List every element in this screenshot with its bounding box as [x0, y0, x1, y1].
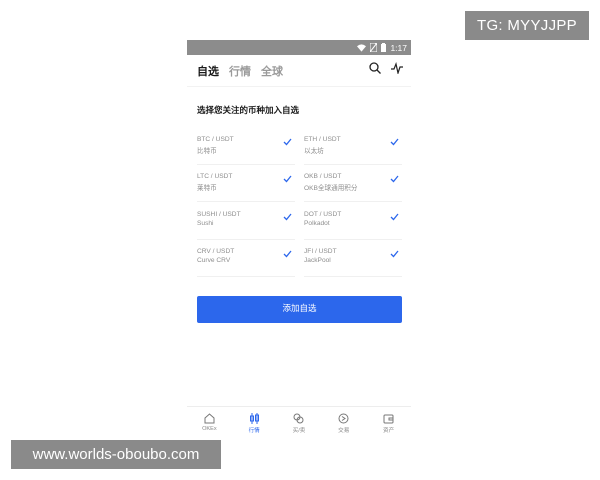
coin-name: 以太坊 — [304, 148, 324, 155]
coin-pair: CRV / USDT — [197, 248, 235, 255]
pulse-icon[interactable] — [391, 62, 403, 74]
status-time: 1:17 — [390, 42, 407, 53]
check-icon — [283, 250, 292, 258]
header-icons — [369, 62, 403, 74]
phone-screen: 1:17 自选 行情 全球 选择您关注的币种加入自选 BTC / USDT 比特… — [187, 40, 411, 440]
coin-divider — [304, 201, 402, 202]
coin-item[interactable]: CRV / USDT Curve CRV — [197, 240, 295, 277]
check-icon — [390, 138, 399, 146]
coin-pair: SUSHI / USDT — [197, 211, 241, 218]
nav-item-assets[interactable]: 资产 — [367, 407, 411, 440]
coin-name: 比特币 — [197, 148, 217, 155]
nav-item-buy-sell[interactable]: 买/卖 — [277, 407, 321, 440]
add-to-watchlist-button[interactable]: 添加自选 — [197, 296, 402, 323]
no-sim-icon — [370, 43, 378, 52]
nav-label: 行情 — [248, 428, 260, 434]
watermark-top: TG: MYYJJPP — [465, 11, 589, 40]
coin-item[interactable]: ETH / USDT 以太坊 — [304, 128, 402, 165]
check-icon — [390, 250, 399, 258]
coin-item[interactable]: DOT / USDT Polkadot — [304, 203, 402, 240]
check-icon — [390, 175, 399, 183]
coin-item[interactable]: JFI / USDT JackPool — [304, 240, 402, 277]
watermark-bottom: www.worlds-oboubo.com — [11, 440, 221, 469]
wifi-icon — [357, 43, 367, 52]
tab-global[interactable]: 全球 — [261, 63, 283, 79]
coin-pair: JFI / USDT — [304, 248, 337, 255]
tab-market[interactable]: 行情 — [229, 63, 251, 79]
page-heading: 选择您关注的币种加入自选 — [197, 106, 300, 116]
coin-item[interactable]: BTC / USDT 比特币 — [197, 128, 295, 165]
header-divider — [187, 86, 411, 87]
coin-name: Sushi — [197, 220, 214, 227]
coin-pair: BTC / USDT — [197, 136, 234, 143]
nav-item-okex[interactable]: OKEx — [187, 407, 231, 440]
battery-icon — [381, 43, 387, 52]
wallet-icon — [383, 414, 394, 424]
bottom-nav: OKEx 行情 买/卖 交易 资产 — [187, 406, 411, 440]
tab-watchlist[interactable]: 自选 — [197, 63, 219, 79]
check-icon — [283, 175, 292, 183]
check-icon — [283, 213, 292, 221]
coin-divider — [197, 201, 295, 202]
coin-item[interactable]: LTC / USDT 莱特币 — [197, 165, 295, 202]
coin-pair: ETH / USDT — [304, 136, 341, 143]
swap-icon — [293, 413, 304, 424]
coin-pair: OKB / USDT — [304, 173, 342, 180]
check-icon — [283, 138, 292, 146]
coin-item[interactable]: SUSHI / USDT Sushi — [197, 203, 295, 240]
home-icon — [204, 413, 215, 424]
coin-name: Curve CRV — [197, 257, 231, 264]
coin-pair: LTC / USDT — [197, 173, 233, 180]
search-icon[interactable] — [369, 62, 381, 74]
header-tabs: 自选 行情 全球 — [197, 62, 283, 80]
coin-name: JackPool — [304, 257, 331, 264]
coin-divider — [304, 276, 402, 277]
nav-label: 买/卖 — [292, 428, 306, 434]
nav-label: OKEx — [202, 426, 217, 432]
coin-pair: DOT / USDT — [304, 211, 342, 218]
coin-item[interactable]: OKB / USDT OKB全球通用积分 — [304, 165, 402, 202]
status-bar: 1:17 — [187, 40, 411, 55]
check-icon — [390, 213, 399, 221]
coin-divider — [197, 276, 295, 277]
nav-label: 交易 — [338, 428, 350, 434]
coin-name: Polkadot — [304, 220, 330, 227]
coin-name: 莱特币 — [197, 185, 217, 192]
nav-item-trade[interactable]: 交易 — [322, 407, 366, 440]
trade-icon — [338, 413, 349, 424]
candlestick-icon — [249, 413, 259, 424]
nav-item-market[interactable]: 行情 — [232, 407, 276, 440]
nav-label: 资产 — [382, 428, 395, 434]
coin-name: OKB全球通用积分 — [304, 185, 358, 192]
